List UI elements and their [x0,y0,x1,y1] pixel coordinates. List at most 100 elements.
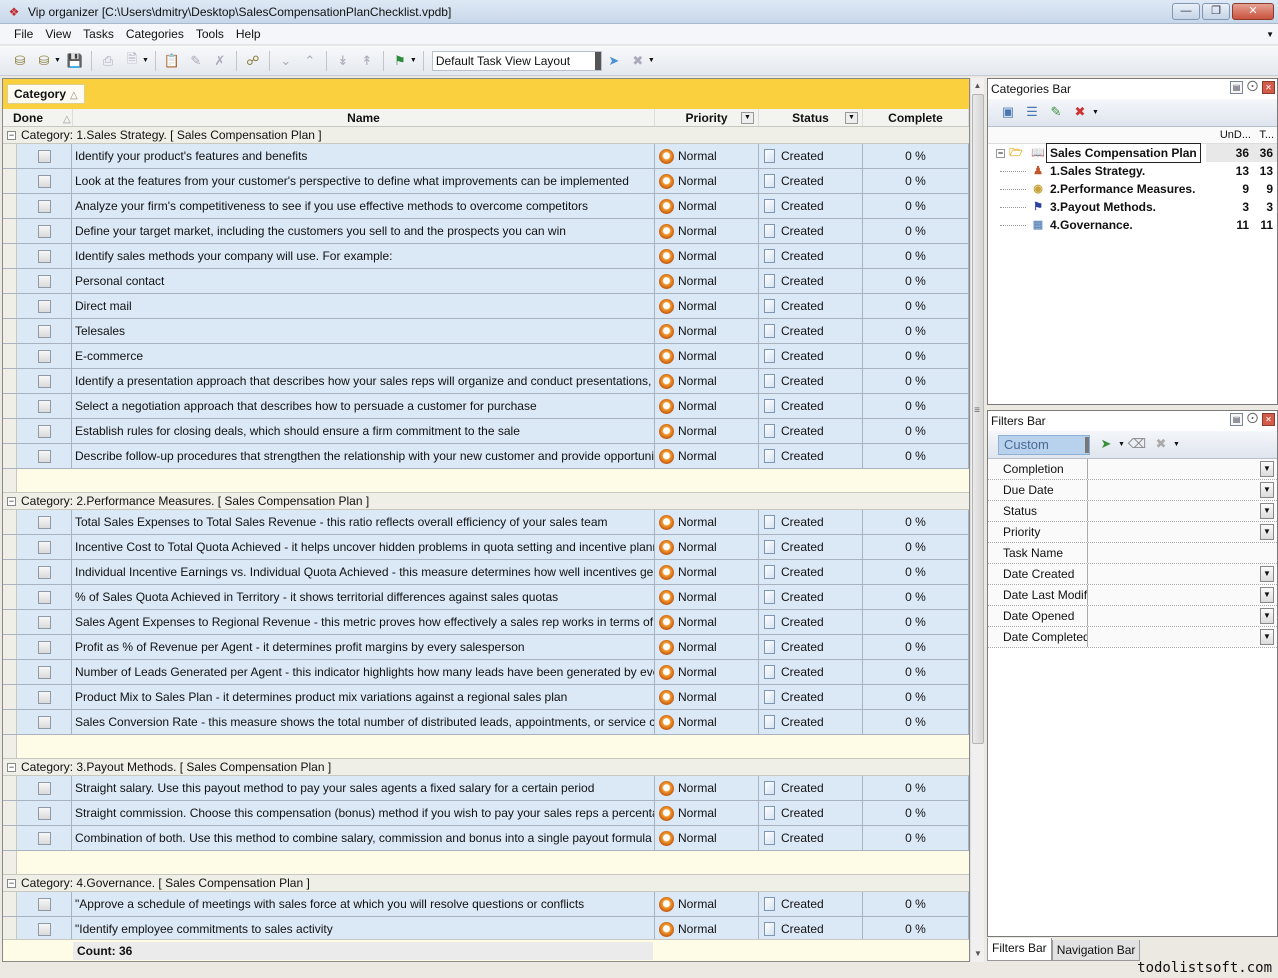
priority-filter-dropdown-icon[interactable]: ▼ [741,112,754,124]
filter-more-dropdown-icon[interactable]: ▼ [1173,441,1180,448]
menu-view[interactable]: View [39,27,77,41]
priority-cell[interactable]: Normal [655,917,759,941]
priority-cell[interactable]: Normal [655,610,759,634]
task-name[interactable]: % of Sales Quota Achieved in Territory -… [72,585,655,609]
category-tree-item[interactable]: ⚑ 3.Payout Methods. 3 3 [988,198,1277,216]
status-filter-dropdown-icon[interactable]: ▼ [845,112,858,124]
group-by-category[interactable]: Category △ [7,84,85,104]
status-cell[interactable]: Created [759,685,863,709]
task-row[interactable]: "Approve a schedule of meetings with sal… [3,892,969,917]
complete-value[interactable]: 0 % [863,419,969,443]
filter-preset-arrow[interactable] [1085,436,1089,453]
scroll-down-icon[interactable]: ▼ [971,946,985,962]
task-row[interactable]: Sales Agent Expenses to Regional Revenue… [3,610,969,635]
status-cell[interactable]: Created [759,535,863,559]
new-task-icon[interactable]: 📋 [162,51,182,71]
print-dropdown-icon[interactable]: ▼ [142,57,149,64]
task-name[interactable]: Telesales [72,319,655,343]
edit-task-icon[interactable]: ✎ [186,51,206,71]
category-tree-item[interactable]: ▦ 4.Governance. 11 11 [988,216,1277,234]
priority-cell[interactable]: Normal [655,419,759,443]
filter-icon[interactable]: ⚑ [390,51,410,71]
task-row[interactable]: Straight commission. Choose this compens… [3,801,969,826]
priority-cell[interactable]: Normal [655,169,759,193]
status-cell[interactable]: Created [759,419,863,443]
task-row[interactable]: Combination of both. Use this method to … [3,826,969,851]
task-name[interactable]: Select a negotiation approach that descr… [72,394,655,418]
priority-cell[interactable]: Normal [655,369,759,393]
task-name[interactable]: Analyze your firm's competitiveness to s… [72,194,655,218]
menu-tasks[interactable]: Tasks [77,27,120,41]
complete-value[interactable]: 0 % [863,610,969,634]
new-task-row[interactable] [3,851,969,875]
done-checkbox[interactable] [37,806,51,820]
filter-value[interactable]: ▼ [1088,480,1277,500]
priority-cell[interactable]: Normal [655,444,759,468]
filter-value[interactable]: ▼ [1088,522,1277,542]
filter-dropdown-icon[interactable]: ▼ [1260,566,1274,582]
task-name[interactable]: Sales Conversion Rate - this measure sho… [72,710,655,734]
collapse-toggle-icon[interactable]: − [7,130,16,140]
done-checkbox[interactable] [37,299,51,313]
new-database-icon[interactable]: ⛁ [10,51,30,71]
category-group-header[interactable]: − Category: 2.Performance Measures. [ Sal… [3,493,969,510]
task-name[interactable]: Total Sales Expenses to Total Sales Reve… [72,510,655,534]
task-name[interactable]: E-commerce [72,344,655,368]
collapse-toggle-icon[interactable]: − [7,762,16,772]
column-undone[interactable]: UnD... [1220,129,1251,141]
status-cell[interactable]: Created [759,826,863,850]
task-name[interactable]: Direct mail [72,294,655,318]
task-row[interactable]: % of Sales Quota Achieved in Territory -… [3,585,969,610]
filter-value[interactable]: ▼ [1088,564,1277,584]
add-subcategory-icon[interactable]: ☰ [1022,104,1042,122]
priority-cell[interactable]: Normal [655,710,759,734]
priority-cell[interactable]: Normal [655,194,759,218]
status-cell[interactable]: Created [759,219,863,243]
done-checkbox[interactable] [37,274,51,288]
done-checkbox[interactable] [37,199,51,213]
status-cell[interactable]: Created [759,917,863,941]
done-checkbox[interactable] [37,149,51,163]
done-checkbox[interactable] [37,374,51,388]
complete-value[interactable]: 0 % [863,144,969,168]
done-checkbox[interactable] [37,715,51,729]
complete-value[interactable]: 0 % [863,560,969,584]
delete-category-icon[interactable]: ✖ [1070,104,1090,122]
column-name[interactable]: Name [73,109,655,126]
complete-value[interactable]: 0 % [863,444,969,468]
task-name[interactable]: Straight commission. Choose this compens… [72,801,655,825]
complete-value[interactable]: 0 % [863,394,969,418]
priority-cell[interactable]: Normal [655,510,759,534]
priority-cell[interactable]: Normal [655,144,759,168]
priority-cell[interactable]: Normal [655,535,759,559]
tab-navigation-bar[interactable]: Navigation Bar [1051,940,1141,961]
task-row[interactable]: Look at the features from your customer'… [3,169,969,194]
task-name[interactable]: Identify sales methods your company will… [72,244,655,268]
scroll-up-icon[interactable]: ▲ [971,78,984,94]
task-row[interactable]: Individual Incentive Earnings vs. Indivi… [3,560,969,585]
filter-dropdown-icon[interactable]: ▼ [1260,524,1274,540]
done-checkbox[interactable] [37,690,51,704]
status-cell[interactable]: Created [759,660,863,684]
layout-select-arrow[interactable] [594,51,601,70]
status-cell[interactable]: Created [759,319,863,343]
task-name[interactable]: Identify a presentation approach that de… [72,369,655,393]
complete-value[interactable]: 0 % [863,892,969,916]
status-cell[interactable]: Created [759,344,863,368]
delete-filter-icon[interactable]: ✖ [1151,436,1171,454]
category-tree-item[interactable]: ◉ 2.Performance Measures. 9 9 [988,180,1277,198]
complete-value[interactable]: 0 % [863,369,969,393]
task-name[interactable]: Straight salary. Use this payout method … [72,776,655,800]
task-name[interactable]: Number of Leads Generated per Agent - th… [72,660,655,684]
filter-dropdown-icon[interactable]: ▼ [1260,461,1274,477]
done-checkbox[interactable] [37,174,51,188]
complete-value[interactable]: 0 % [863,219,969,243]
complete-value[interactable]: 0 % [863,685,969,709]
move-bottom-icon[interactable]: ↡ [333,51,353,71]
done-checkbox[interactable] [37,249,51,263]
task-name[interactable]: Identify your product's features and ben… [72,144,655,168]
task-row[interactable]: Product Mix to Sales Plan - it determine… [3,685,969,710]
pane-close-icon[interactable]: ✕ [1262,81,1275,94]
done-checkbox[interactable] [37,449,51,463]
tab-filters-bar[interactable]: Filters Bar [987,938,1052,961]
